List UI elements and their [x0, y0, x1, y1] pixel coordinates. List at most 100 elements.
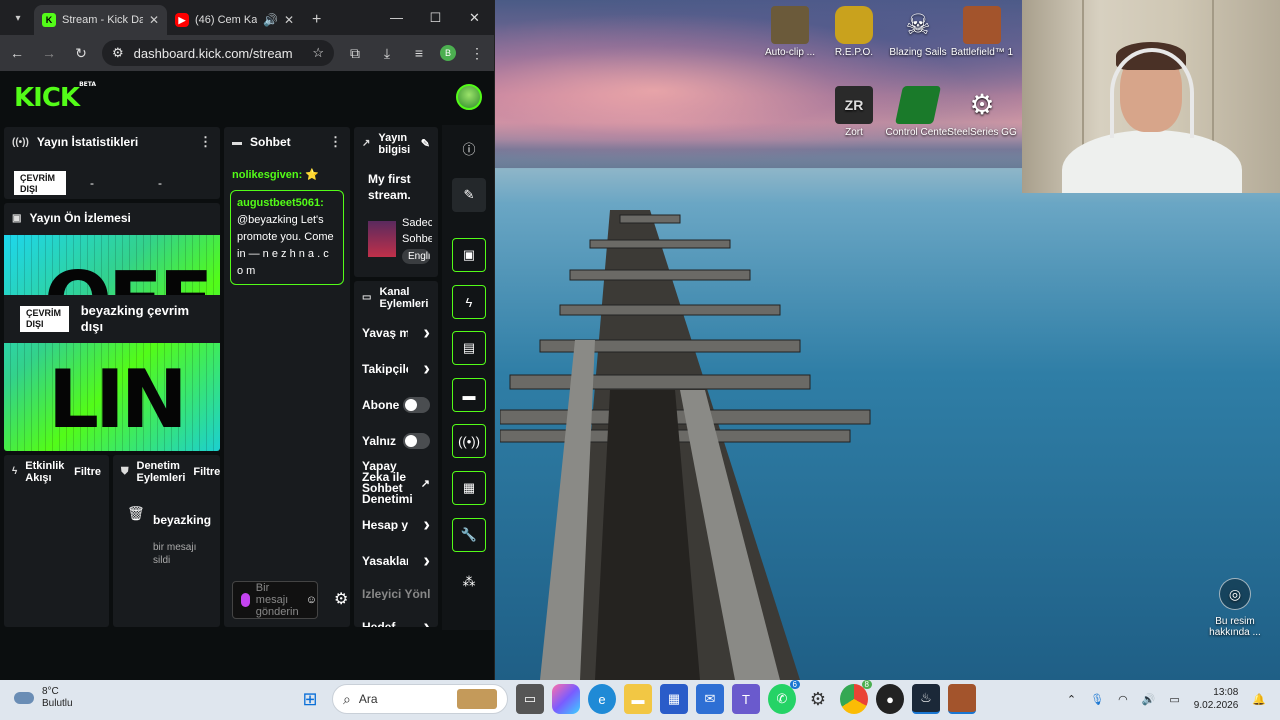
info-icon[interactable]: ⓘ — [452, 131, 486, 165]
settings-gear-icon[interactable]: ⚙ — [804, 684, 832, 714]
copilot-icon[interactable] — [552, 684, 580, 714]
highlighted-chat-message[interactable]: augustbeet5061: @beyazking Let's promote… — [230, 190, 344, 285]
edit-pencil-icon[interactable]: ✎ — [421, 138, 430, 150]
volume-icon[interactable]: 🔊 — [1142, 693, 1156, 706]
steam-icon[interactable]: ♨ — [912, 684, 940, 714]
channel-action-row[interactable]: Abone — [354, 387, 438, 423]
preview-toggle-icon[interactable]: ▣ — [452, 238, 486, 272]
toggle-switch[interactable] — [403, 433, 430, 449]
lightning-toggle-icon[interactable]: ϟ — [452, 285, 486, 319]
activity-filter-button[interactable]: Filtre — [74, 466, 101, 478]
task-view-icon[interactable]: ▭ — [516, 684, 544, 714]
tag-chip[interactable]: English — [402, 249, 430, 264]
more-options-icon[interactable]: ⋮ — [199, 134, 212, 150]
dashboard-tool-rail: ⓘ ✎ ▣ ϟ ▤ ▬ ((•)) ▦ 🔧 ⁂ — [442, 125, 494, 630]
new-tab-button[interactable]: + — [302, 5, 331, 35]
close-tab-icon[interactable]: ✕ — [149, 13, 159, 27]
battery-icon[interactable]: ▭ — [1169, 693, 1179, 706]
offline-banner-image: OFF LIN — [4, 235, 220, 451]
moderation-filter-button[interactable]: Filtre — [193, 466, 220, 478]
reload-button[interactable]: ↻ — [70, 45, 92, 62]
trash-icon: 🗑 — [127, 505, 145, 521]
whatsapp-icon[interactable]: ✆ 6 — [768, 680, 800, 714]
tab-kick-dashboard[interactable]: K Stream - Kick Dashboard ✕ — [34, 5, 167, 35]
menu-icon[interactable]: ⋮ — [466, 45, 488, 62]
chevron-right-icon: › — [423, 321, 430, 344]
tab-strip: ▾ K Stream - Kick Dashboard ✕ ▶ (46) Cem… — [0, 0, 494, 35]
layout-icon[interactable]: ▦ — [452, 471, 486, 505]
channel-action-row[interactable]: İzleyici Yönlendirme — [354, 579, 438, 609]
edge-icon[interactable]: e — [588, 684, 616, 714]
url-field[interactable]: ⚙ dashboard.kick.com/stream ☆ — [102, 40, 334, 66]
tab-youtube[interactable]: ▶ (46) Cem Karaca 🔊 ✕ — [167, 5, 302, 35]
notes-icon[interactable]: ▤ — [452, 331, 486, 365]
broadcast-toggle-icon[interactable]: ((•)) — [452, 424, 486, 458]
store-icon[interactable]: ▦ — [660, 684, 688, 714]
back-button[interactable]: ← — [6, 45, 28, 61]
chat-panel: ▬ Sohbet ⋮ nolikesgiven: ⭐ augustbeet506… — [224, 127, 350, 627]
wallpaper-mountains — [495, 140, 1025, 168]
site-info-icon[interactable]: ⚙ — [112, 45, 124, 61]
emoji-icon[interactable]: ☺ — [306, 594, 317, 606]
clock[interactable]: 13:08 9.02.2026 — [1194, 686, 1239, 712]
desktop-icon-blazing-sails[interactable]: ☠ Blazing Sails — [882, 6, 954, 59]
weather-widget[interactable]: 8°C Bulutlu — [14, 686, 73, 710]
outlook-icon[interactable]: ✉ — [696, 684, 724, 714]
toggle-switch[interactable] — [403, 397, 430, 413]
taskbar: 8°C Bulutlu ⊞ ⌕ Ara ▭ e ▬ ▦ ✉ T ✆ 6 ⚙ 8 ●… — [0, 680, 1280, 720]
bookmark-star-icon[interactable]: ☆ — [312, 45, 324, 61]
user-avatar[interactable] — [456, 84, 482, 110]
maximize-button[interactable]: ☐ — [416, 0, 455, 35]
minimize-button[interactable]: — — [377, 0, 416, 35]
chat-settings-icon[interactable]: ⚙ — [334, 589, 348, 609]
channel-action-row[interactable]: Yapay Zeka ile Sohbet Denetimi ↗ — [354, 459, 438, 507]
cloud-icon — [14, 692, 34, 704]
desktop-icon-repo[interactable]: R.E.P.O. — [818, 6, 890, 59]
channel-action-row[interactable]: Hesap yaşı› — [354, 507, 438, 543]
chat-toggle-icon[interactable]: ▬ — [452, 378, 486, 412]
media-control-icon[interactable]: ≡ — [408, 45, 430, 61]
about-this-image-button[interactable]: ◎ Bu resim hakkında ... — [1204, 578, 1266, 638]
taskbar-search[interactable]: ⌕ Ara — [332, 684, 508, 714]
desktop-icon-battlefield[interactable]: Battlefield™ 1 — [946, 6, 1018, 59]
channel-action-row[interactable]: Takipçiler› — [354, 351, 438, 387]
wifi-icon[interactable]: ◠ — [1118, 693, 1128, 706]
desktop-icon-control-center[interactable]: Control Center — [882, 86, 954, 139]
external-link-icon: ↗ — [420, 477, 430, 490]
windows-start-icon[interactable]: ⊞ — [296, 684, 324, 714]
battlefield-taskbar-icon[interactable] — [948, 684, 976, 714]
file-explorer-icon[interactable]: ▬ — [624, 684, 652, 714]
teams-icon[interactable]: T — [732, 684, 760, 714]
chat-input[interactable]: Bir mesajı gönderin ☺ — [232, 581, 318, 619]
chat-options-icon[interactable]: ⋮ — [329, 134, 342, 150]
chevron-right-icon: › — [423, 615, 430, 628]
wrench-icon[interactable]: 🔧 — [452, 518, 486, 552]
channel-action-row[interactable]: Hedef› — [354, 609, 438, 628]
notification-bell-icon[interactable]: 🔔 — [1252, 693, 1266, 706]
desktop-icon-steelseries[interactable]: ⚙ SteelSeries GG — [946, 86, 1018, 139]
close-window-button[interactable]: ✕ — [455, 0, 494, 35]
repo-icon — [835, 6, 873, 44]
download-icon[interactable]: ⤓ — [376, 45, 398, 62]
microphone-icon[interactable] — [241, 593, 250, 607]
profile-avatar[interactable]: B — [440, 45, 456, 61]
forward-button[interactable]: → — [38, 45, 60, 61]
channel-action-row[interactable]: Yalnız — [354, 423, 438, 459]
channel-action-row[interactable]: Yasaklar › — [354, 543, 438, 579]
chrome-icon[interactable]: 8 — [840, 680, 872, 714]
desktop-icon-autoclip[interactable]: Auto-clip ... — [754, 6, 826, 59]
apps-icon[interactable]: ⁂ — [452, 565, 486, 599]
category-thumbnail — [368, 221, 396, 257]
kick-logo[interactable]: KICKBETA — [14, 81, 96, 113]
autoclip-icon — [771, 6, 809, 44]
browser-window: ▾ K Stream - Kick Dashboard ✕ ▶ (46) Cem… — [0, 0, 495, 680]
desktop-icon-zort[interactable]: ZR Zort — [818, 86, 890, 139]
tab-search-icon[interactable]: ▾ — [8, 8, 28, 28]
chevron-up-icon[interactable]: ⌃ — [1067, 693, 1076, 706]
microphone-tray-icon[interactable]: 🎙 — [1090, 693, 1104, 706]
channel-action-row[interactable]: Yavaş mod› — [354, 315, 438, 351]
pencil-icon[interactable]: ✎ — [452, 178, 486, 212]
close-tab-icon[interactable]: ✕ — [284, 13, 294, 27]
obs-icon[interactable]: ● — [876, 684, 904, 714]
extensions-icon[interactable]: ⧉ — [344, 45, 366, 62]
